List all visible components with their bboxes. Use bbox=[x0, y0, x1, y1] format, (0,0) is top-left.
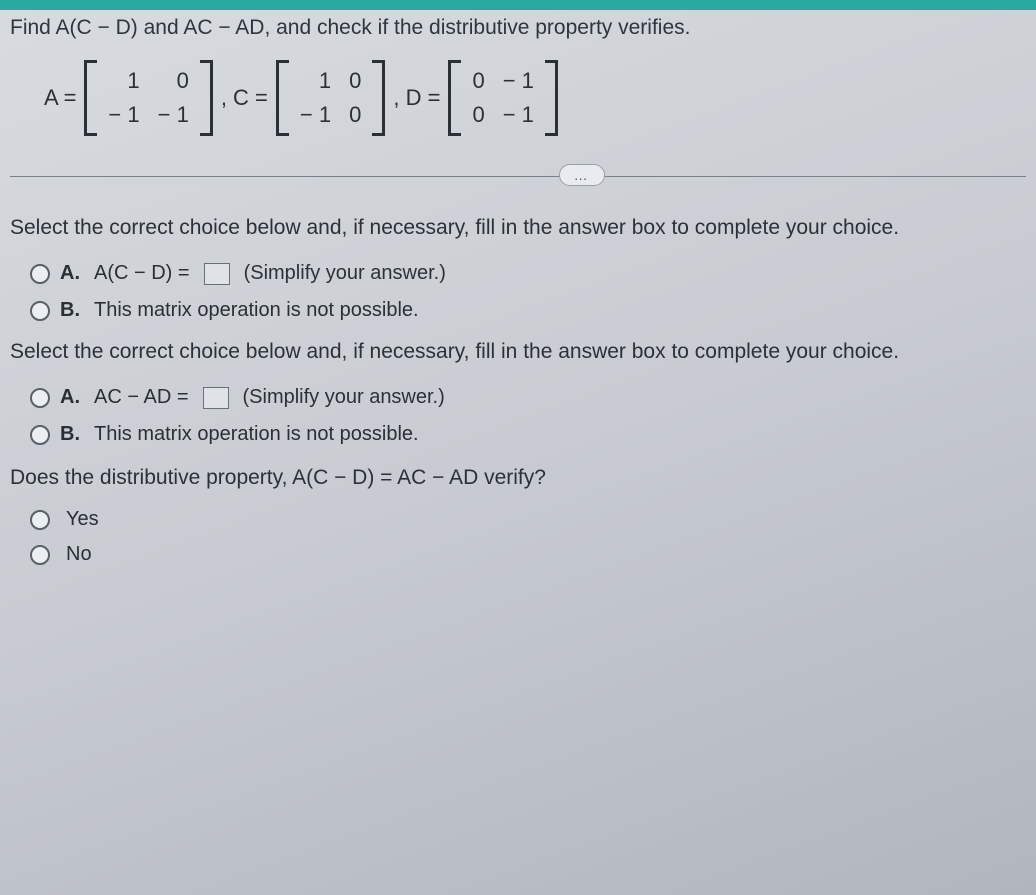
choice-hint: (Simplify your answer.) bbox=[243, 386, 445, 409]
q2-choice-b[interactable]: B. This matrix operation is not possible… bbox=[30, 423, 1026, 446]
window-accent-bar bbox=[0, 0, 1036, 10]
radio-icon[interactable] bbox=[30, 545, 50, 565]
answer-input-box[interactable] bbox=[204, 263, 230, 285]
question-body: Find A(C − D) and AC − AD, and check if … bbox=[0, 0, 1036, 588]
choice-expression: A(C − D) = bbox=[94, 262, 190, 285]
matrix-c: 1 0 − 1 0 bbox=[276, 60, 385, 136]
matrices-definition: A = 1 0 − 1 − 1 , C = 1 0 − 1 0 , D = bbox=[44, 60, 1026, 136]
matrix-d-cell: − 1 bbox=[503, 102, 534, 128]
matrix-a-cell: 1 bbox=[127, 68, 139, 94]
radio-icon[interactable] bbox=[30, 301, 50, 321]
matrix-d-label: , D = bbox=[393, 85, 440, 111]
radio-icon[interactable] bbox=[30, 425, 50, 445]
matrix-a-cell: − 1 bbox=[108, 102, 139, 128]
choice-letter: B. bbox=[60, 423, 80, 446]
section-divider: … bbox=[10, 164, 1026, 188]
radio-icon[interactable] bbox=[30, 388, 50, 408]
matrix-c-label: , C = bbox=[221, 85, 268, 111]
choice-hint: (Simplify your answer.) bbox=[244, 262, 446, 285]
q2-choice-a[interactable]: A. AC − AD = (Simplify your answer.) bbox=[30, 386, 1026, 409]
verify-yes[interactable]: Yes bbox=[30, 508, 1026, 531]
choice-letter: A. bbox=[60, 386, 80, 409]
answer-input-box[interactable] bbox=[203, 387, 229, 409]
instruction-1: Select the correct choice below and, if … bbox=[10, 216, 1026, 240]
matrix-d-cell: 0 bbox=[472, 102, 484, 128]
matrix-d-cell: 0 bbox=[472, 68, 484, 94]
radio-icon[interactable] bbox=[30, 510, 50, 530]
yes-label: Yes bbox=[66, 508, 99, 531]
matrix-c-cell: 1 bbox=[319, 68, 331, 94]
matrix-a-cell: − 1 bbox=[158, 102, 189, 128]
choice-text: This matrix operation is not possible. bbox=[94, 299, 419, 322]
choice-letter: B. bbox=[60, 299, 80, 322]
divider-line bbox=[10, 176, 1026, 177]
radio-icon[interactable] bbox=[30, 264, 50, 284]
q1-choice-a[interactable]: A. A(C − D) = (Simplify your answer.) bbox=[30, 262, 1026, 285]
matrix-a-label: A = bbox=[44, 85, 76, 111]
more-icon[interactable]: … bbox=[559, 164, 605, 186]
verify-question: Does the distributive property, A(C − D)… bbox=[10, 466, 1026, 490]
matrix-a-cell: 0 bbox=[177, 68, 189, 94]
choice-letter: A. bbox=[60, 262, 80, 285]
matrix-c-cell: 0 bbox=[349, 68, 361, 94]
matrix-a: 1 0 − 1 − 1 bbox=[84, 60, 212, 136]
q1-choice-b[interactable]: B. This matrix operation is not possible… bbox=[30, 299, 1026, 322]
matrix-c-cell: − 1 bbox=[300, 102, 331, 128]
no-label: No bbox=[66, 543, 92, 566]
choice-expression: AC − AD = bbox=[94, 386, 189, 409]
matrix-c-cell: 0 bbox=[349, 102, 361, 128]
verify-no[interactable]: No bbox=[30, 543, 1026, 566]
instruction-2: Select the correct choice below and, if … bbox=[10, 340, 1026, 364]
matrix-d-cell: − 1 bbox=[503, 68, 534, 94]
matrix-d: 0 − 1 0 − 1 bbox=[448, 60, 557, 136]
problem-statement: Find A(C − D) and AC − AD, and check if … bbox=[10, 16, 1026, 40]
choice-text: This matrix operation is not possible. bbox=[94, 423, 419, 446]
